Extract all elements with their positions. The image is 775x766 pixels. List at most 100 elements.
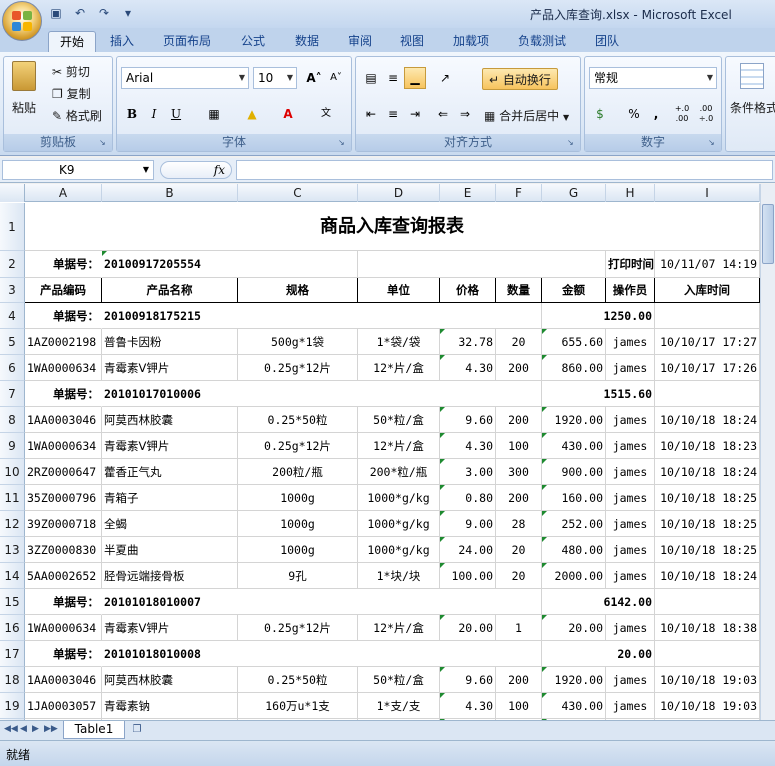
row-header[interactable]: 14	[0, 563, 25, 589]
column-header[interactable]: C	[238, 184, 358, 202]
table-cell[interactable]: 9.00	[440, 511, 496, 537]
bill-total[interactable]: 1515.60	[542, 381, 655, 407]
increase-indent-icon[interactable]: ⇒	[454, 103, 476, 125]
column-title[interactable]: 产品名称	[102, 278, 238, 303]
table-cell[interactable]: james	[606, 407, 655, 433]
table-cell[interactable]: 1*块/块	[358, 563, 440, 589]
table-cell[interactable]: 青霉素钠	[102, 693, 238, 719]
table-cell[interactable]: 4.30	[440, 355, 496, 381]
select-all-corner[interactable]	[0, 184, 25, 202]
table-cell[interactable]: 500g*1袋	[238, 329, 358, 355]
table-cell[interactable]: 10/10/18 18:25	[655, 511, 760, 537]
tab-review[interactable]: 审阅	[336, 31, 384, 52]
bill-label[interactable]: 单据号：	[25, 641, 102, 667]
table-cell[interactable]: 1	[496, 615, 542, 641]
bill-label[interactable]: 单据号：	[25, 251, 102, 278]
column-header[interactable]: G	[542, 184, 606, 202]
column-header[interactable]: H	[606, 184, 655, 202]
table-cell[interactable]: 252.00	[542, 511, 606, 537]
column-header[interactable]: B	[102, 184, 238, 202]
grow-font-button[interactable]: A˄	[303, 67, 325, 89]
table-cell[interactable]: 12*片/盒	[358, 355, 440, 381]
cell[interactable]	[655, 381, 760, 407]
table-cell[interactable]: james	[606, 563, 655, 589]
table-cell[interactable]: james	[606, 433, 655, 459]
table-cell[interactable]: 普鲁卡因粉	[102, 329, 238, 355]
align-right-icon[interactable]: ⇥	[404, 103, 426, 125]
table-cell[interactable]: 藿香正气丸	[102, 459, 238, 485]
table-cell[interactable]: 10/10/18 18:25	[655, 485, 760, 511]
table-cell[interactable]: 430.00	[542, 433, 606, 459]
office-button[interactable]	[2, 1, 42, 41]
row-header[interactable]: 13	[0, 537, 25, 563]
table-cell[interactable]: 10/10/18 18:38	[655, 615, 760, 641]
table-cell[interactable]: 480.00	[542, 537, 606, 563]
row-header[interactable]: 18	[0, 667, 25, 693]
table-cell[interactable]: 阿莫西林胶囊	[102, 407, 238, 433]
table-cell[interactable]: 12*片/盒	[358, 433, 440, 459]
column-header[interactable]: A	[25, 184, 102, 202]
row-header[interactable]: 15	[0, 589, 25, 615]
align-middle-icon[interactable]: ≡	[382, 67, 404, 89]
tab-home[interactable]: 开始	[48, 31, 96, 52]
table-cell[interactable]: 100	[496, 433, 542, 459]
table-cell[interactable]: 160.00	[542, 485, 606, 511]
fill-color-icon[interactable]: ▲	[241, 103, 263, 125]
table-cell[interactable]: 1000g	[238, 485, 358, 511]
table-cell[interactable]: 35Z0000796	[25, 485, 102, 511]
table-cell[interactable]: 9.60	[440, 407, 496, 433]
tab-insert[interactable]: 插入	[100, 31, 144, 52]
table-cell[interactable]: james	[606, 537, 655, 563]
tab-view[interactable]: 视图	[388, 31, 436, 52]
bill-number[interactable]: 20100918175215	[102, 303, 542, 329]
row-header[interactable]: 10	[0, 459, 25, 485]
table-cell[interactable]: 胫骨远端接骨板	[102, 563, 238, 589]
column-title[interactable]: 数量	[496, 278, 542, 303]
table-cell[interactable]: 100	[496, 693, 542, 719]
worksheet-grid[interactable]: ABCDEFGHI 1 商品入库查询报表 2 单据号： 20100917205554 打印…	[0, 184, 760, 720]
table-cell[interactable]: 1WA0000634	[25, 433, 102, 459]
merge-center-button[interactable]: ▦ 合并后居中 ▼	[484, 107, 569, 124]
insert-function-control[interactable]: fx	[160, 161, 232, 179]
table-cell[interactable]: 20.00	[542, 615, 606, 641]
cell[interactable]	[655, 589, 760, 615]
bill-total[interactable]: 20.00	[542, 641, 655, 667]
conditional-format-button[interactable]: 条件格式	[730, 99, 775, 116]
table-cell[interactable]: 200	[496, 485, 542, 511]
name-box[interactable]: K9 ▼	[2, 160, 154, 180]
align-left-icon[interactable]: ⇤	[360, 103, 382, 125]
vertical-scrollbar[interactable]	[760, 184, 775, 720]
table-cell[interactable]: 200	[496, 667, 542, 693]
undo-icon[interactable]: ↶	[72, 5, 88, 21]
table-cell[interactable]: 1000g	[238, 511, 358, 537]
shrink-font-button[interactable]: A˅	[325, 67, 347, 89]
tab-team[interactable]: 团队	[584, 31, 630, 52]
clipboard-launcher-icon[interactable]: ↘	[99, 138, 109, 148]
table-cell[interactable]: 39Z0000718	[25, 511, 102, 537]
row-header[interactable]: 19	[0, 693, 25, 719]
table-cell[interactable]: james	[606, 329, 655, 355]
last-sheet-icon[interactable]: ▶▶	[44, 724, 58, 734]
borders-icon[interactable]: ▦	[203, 103, 225, 125]
row-header[interactable]: 3	[0, 278, 25, 303]
table-cell[interactable]: 1WA0000634	[25, 355, 102, 381]
bold-button[interactable]: B	[121, 103, 143, 125]
table-cell[interactable]: 9.60	[440, 667, 496, 693]
next-sheet-icon[interactable]: ▶	[32, 724, 39, 734]
align-center-icon[interactable]: ≡	[382, 103, 404, 125]
table-cell[interactable]: 200	[496, 355, 542, 381]
row-header[interactable]: 7	[0, 381, 25, 407]
table-cell[interactable]: 1920.00	[542, 667, 606, 693]
column-header[interactable]: I	[655, 184, 760, 202]
table-cell[interactable]: james	[606, 485, 655, 511]
underline-button[interactable]: U	[165, 103, 187, 125]
table-cell[interactable]: 0.25*50粒	[238, 667, 358, 693]
table-cell[interactable]: 20	[496, 329, 542, 355]
phonetic-icon[interactable]: 文	[315, 103, 337, 125]
table-cell[interactable]: 1*袋/袋	[358, 329, 440, 355]
increase-decimal-button[interactable]: +.0 .00	[671, 103, 693, 125]
table-cell[interactable]: 200粒/瓶	[238, 459, 358, 485]
table-cell[interactable]: 1AA0003046	[25, 667, 102, 693]
cell[interactable]	[655, 641, 760, 667]
number-format-select[interactable]: 常规 ▼	[589, 67, 717, 89]
